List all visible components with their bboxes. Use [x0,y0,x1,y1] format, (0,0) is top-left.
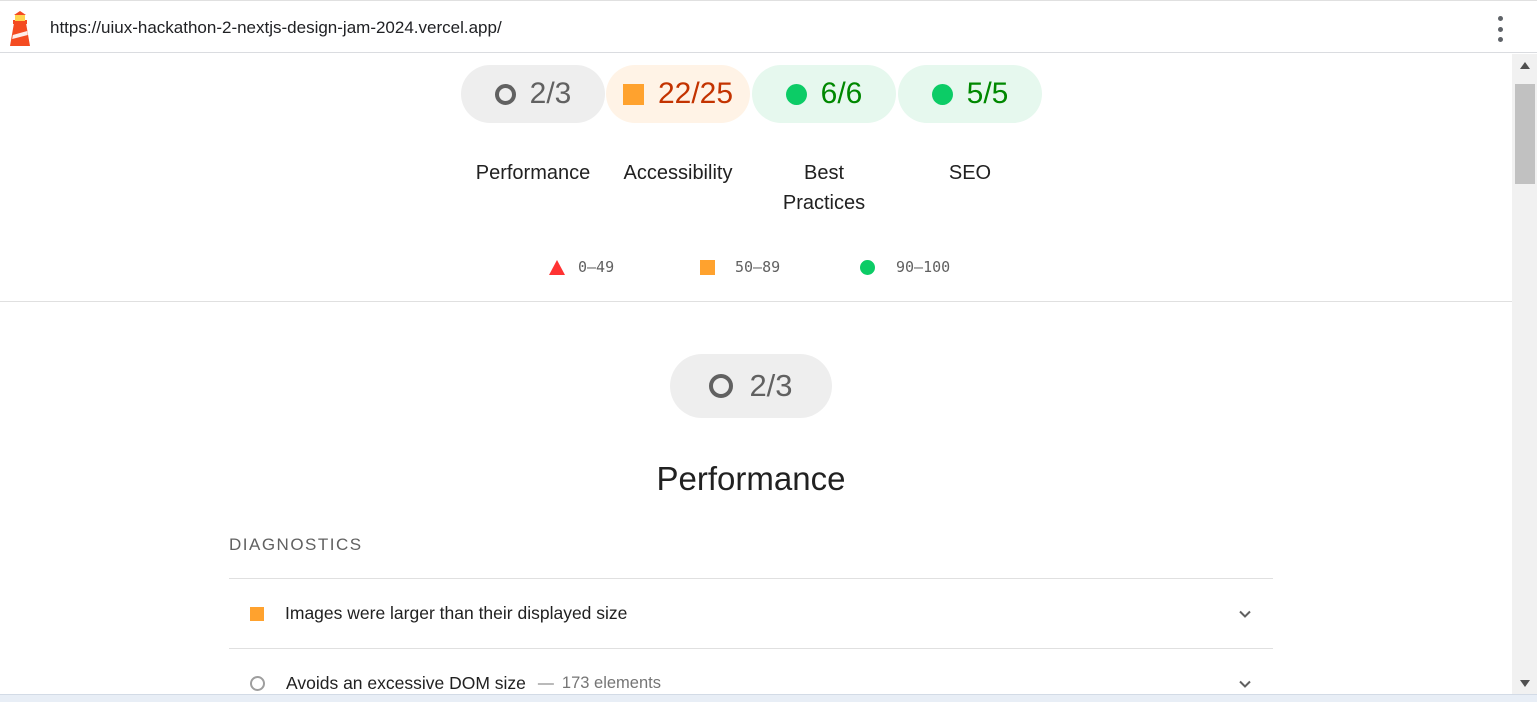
scroll-down-arrow-icon[interactable] [1512,672,1537,694]
circle-outline-icon [250,676,265,691]
dot-icon [931,83,953,105]
audit-title: Images were larger than their displayed … [285,603,628,623]
section-title: Performance [656,460,846,497]
square-icon [622,83,644,105]
gauge-label-line: Practices [782,192,866,214]
scroll-up-arrow-icon[interactable] [1512,54,1537,76]
chevron-down-icon[interactable] [1237,676,1253,692]
legend-item-average: 50–89 [700,258,780,276]
vertical-scrollbar[interactable] [1512,54,1537,694]
scrollbar-thumb[interactable] [1515,84,1535,184]
gauge-label-best-practices[interactable]: Best Practices [752,158,896,218]
gauge-score: 5/5 [966,77,1009,110]
gauge-accessibility[interactable]: 22/25 [606,65,750,123]
gauge-score: 2/3 [529,77,572,110]
circle-outline-icon [494,83,516,105]
square-icon [250,606,264,621]
legend-range: 0–49 [578,258,615,276]
gauge-score: 22/25 [657,77,734,110]
dot-icon [860,259,875,275]
url-bar: https://uiux-hackathon-2-nextjs-design-j… [0,0,1537,53]
legend-item-fail: 0–49 [549,258,614,276]
gauge-label-seo[interactable]: SEO [898,158,1042,188]
audit-row-dom-size[interactable]: Avoids an excessive DOM size — 173 eleme… [229,648,1273,718]
section-score: 2/3 [749,368,793,403]
dot-icon [785,83,807,105]
more-vert-icon[interactable] [1490,15,1510,43]
gauge-label-performance[interactable]: Performance [461,158,605,188]
audit-separator: — [537,674,554,692]
chevron-down-icon[interactable] [1237,606,1253,622]
gauge-label-line: Best [803,162,845,184]
audit-title: Avoids an excessive DOM size [286,673,526,693]
gauge-score: 6/6 [820,77,863,110]
page-url[interactable]: https://uiux-hackathon-2-nextjs-design-j… [50,18,502,38]
divider [0,301,1512,302]
square-icon [700,259,715,275]
gauge-label-accessibility[interactable]: Accessibility [606,158,750,188]
triangle-icon [549,259,565,275]
gauge-best-practices[interactable]: 6/6 [752,65,896,123]
audit-detail: 173 elements [561,674,661,692]
gauge-performance[interactable]: 2/3 [461,65,605,123]
circle-outline-icon [709,374,734,398]
bottom-bar [0,694,1537,702]
gauge-seo[interactable]: 5/5 [898,65,1042,123]
legend-range: 50–89 [735,258,781,276]
legend-item-pass: 90–100 [860,258,950,276]
legend-range: 90–100 [896,258,951,276]
performance-score-gauge: 2/3 [670,354,832,418]
diagnostics-heading: DIAGNOSTICS [229,535,363,554]
lighthouse-icon [10,11,30,46]
audit-row-images-larger[interactable]: Images were larger than their displayed … [229,578,1273,648]
